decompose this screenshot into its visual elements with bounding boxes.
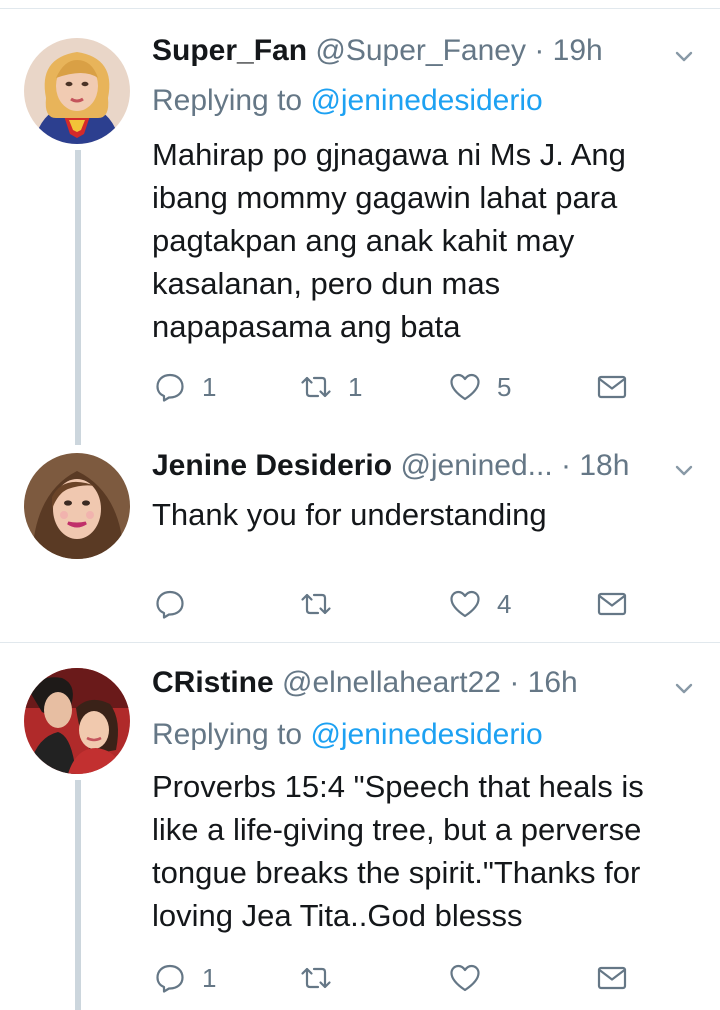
tweet-menu-button[interactable] [670, 674, 698, 702]
tweet-actions: 1 1 5 [0, 367, 720, 407]
reply-button[interactable] [154, 584, 202, 624]
replying-label: Replying to [152, 84, 311, 117]
tweet-text: Proverbs 15:4 "Speech that heals is like… [152, 765, 690, 937]
tweet-actions: 4 [0, 584, 720, 624]
reply-button[interactable]: 1 [154, 958, 216, 998]
direct-message-button[interactable] [596, 584, 628, 624]
like-icon [450, 964, 480, 992]
timestamp[interactable]: 18h [579, 449, 629, 482]
reply-icon [156, 590, 184, 619]
separator: · [561, 449, 571, 482]
chevron-down-icon [675, 51, 693, 62]
tweet-text-line: pagtakpan ang anak kahit may [152, 223, 575, 258]
display-name[interactable]: Super_Fan [152, 34, 307, 67]
tweet-text-line: like a life-giving tree, but a perverse [152, 812, 642, 847]
top-divider [0, 8, 720, 9]
tweet-text-line: napapasama ang bata [152, 309, 461, 344]
tweet-text-line: loving Jea Tita..God blesss [152, 898, 523, 933]
avatar-woman-icon [24, 453, 130, 559]
tweet-menu-button[interactable] [670, 42, 698, 70]
replying-label: Replying to [152, 718, 311, 751]
tweet-header: CRistine @elnellaheart22 · 16h [152, 665, 650, 701]
replying-to: Replying to @jeninedesiderio [152, 717, 543, 753]
tweet-header: Super_Fan @Super_Faney · 19h [152, 33, 650, 69]
like-button[interactable]: 4 [449, 584, 511, 624]
retweet-button[interactable] [300, 584, 348, 624]
like-icon [450, 373, 480, 401]
tweet-text-line: kasalanan, pero dun mas [152, 266, 501, 301]
user-handle[interactable]: @jenined... [400, 449, 552, 482]
avatar[interactable] [24, 453, 130, 559]
avatar[interactable] [24, 668, 130, 774]
retweet-button[interactable] [300, 958, 348, 998]
tweet-menu-button[interactable] [670, 456, 698, 484]
dm-icon [597, 592, 627, 616]
tweet-text-line: Mahirap po gjnagawa ni Ms J. Ang [152, 137, 626, 172]
direct-message-button[interactable] [596, 958, 628, 998]
tweet-text-line: tongue breaks the spirit."Thanks for [152, 855, 641, 890]
mention-link[interactable]: @jeninedesiderio [310, 718, 542, 751]
retweet-icon [301, 376, 331, 398]
like-icon [450, 590, 480, 618]
like-button[interactable] [449, 958, 497, 998]
chevron-down-icon [675, 683, 693, 694]
tweet-divider [0, 642, 720, 643]
user-handle[interactable]: @elnellaheart22 [282, 666, 501, 699]
direct-message-button[interactable] [596, 367, 628, 407]
separator: · [534, 34, 545, 67]
retweet-button[interactable]: 1 [300, 367, 362, 407]
user-handle[interactable]: @Super_Faney [315, 34, 526, 67]
like-count: 5 [497, 371, 512, 402]
dm-icon [597, 966, 627, 990]
timestamp[interactable]: 16h [528, 666, 578, 699]
retweet-icon [301, 593, 331, 615]
tweet-text-line: ibang mommy gagawin lahat para [152, 180, 618, 215]
reply-count: 1 [202, 962, 217, 993]
tweet-actions: 1 [0, 958, 720, 998]
display-name[interactable]: Jenine Desiderio [152, 449, 392, 482]
retweet-count: 1 [348, 371, 363, 402]
avatar[interactable] [24, 38, 130, 144]
dm-icon [597, 375, 627, 399]
like-count: 4 [497, 588, 512, 619]
tweet-text: Thank you for understanding [152, 493, 690, 536]
chevron-down-icon [675, 465, 693, 476]
timestamp[interactable]: 19h [553, 34, 603, 67]
reply-icon [156, 373, 184, 402]
reply-icon [156, 964, 184, 993]
tweet-header: Jenine Desiderio @jenined... · 18h [152, 448, 650, 484]
separator: · [509, 666, 520, 699]
display-name[interactable]: CRistine [152, 666, 274, 699]
retweet-icon [301, 967, 331, 989]
tweet-text-line: Thank you for understanding [152, 497, 547, 532]
replying-to: Replying to @jeninedesiderio [152, 83, 543, 119]
reply-button[interactable]: 1 [154, 367, 216, 407]
avatar-supergirl-icon [24, 38, 130, 144]
like-button[interactable]: 5 [449, 367, 511, 407]
tweet-text: Mahirap po gjnagawa ni Ms J. Ang ibang m… [152, 133, 690, 348]
avatar-couple-icon [24, 668, 130, 774]
tweet-text-line: Proverbs 15:4 "Speech that heals is [152, 769, 644, 804]
mention-link[interactable]: @jeninedesiderio [310, 84, 542, 117]
reply-count: 1 [202, 371, 217, 402]
